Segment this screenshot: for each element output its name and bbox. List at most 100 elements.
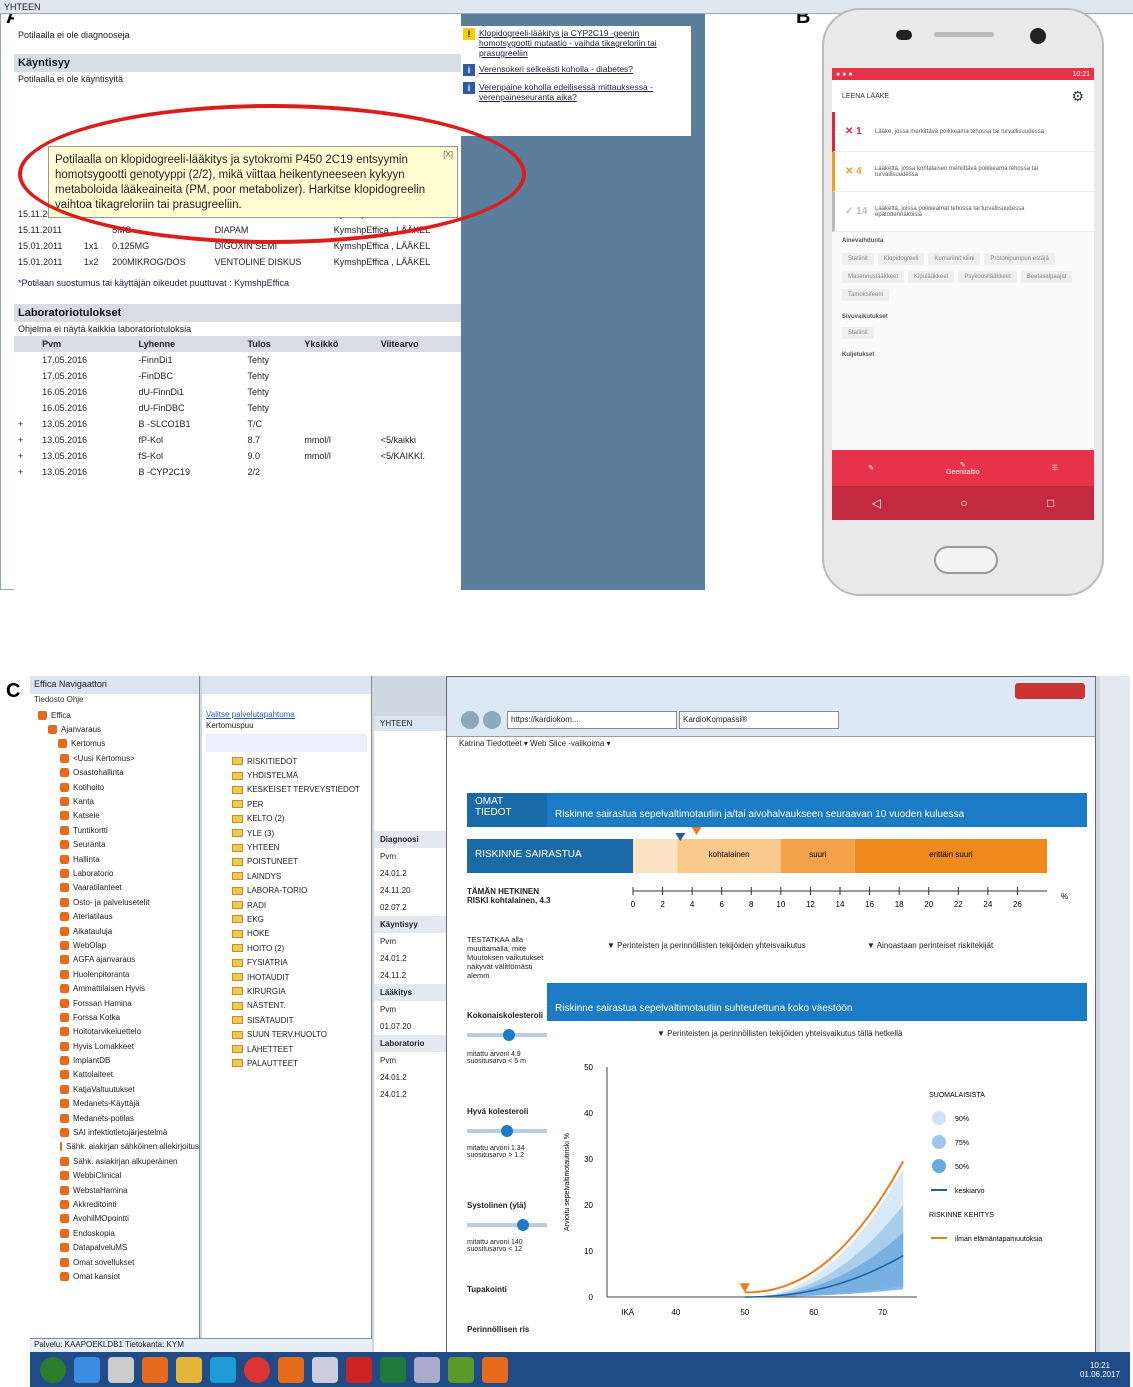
window-controls[interactable] xyxy=(1015,683,1085,699)
kertomus-item[interactable]: LAINDYS xyxy=(202,869,371,883)
home-button[interactable] xyxy=(934,546,998,574)
navigator-item[interactable]: Seuranta xyxy=(30,838,199,852)
expand-toggle[interactable] xyxy=(14,352,38,368)
kertomus-item[interactable]: SISÄTAUDIT xyxy=(202,1013,371,1027)
chrome-icon[interactable] xyxy=(244,1356,270,1383)
edit-icon[interactable]: ✎ xyxy=(868,464,874,472)
kertomus-item[interactable]: HOKE xyxy=(202,927,371,941)
kertomus-item[interactable]: FYSIATRIA xyxy=(202,955,371,969)
navigator-item[interactable]: ImplantDB xyxy=(30,1053,199,1067)
navigator-item[interactable]: Vaaratilanteet xyxy=(30,881,199,895)
start-icon[interactable] xyxy=(40,1356,66,1383)
kertomus-item[interactable]: YHTEEN xyxy=(202,840,371,854)
forward-icon[interactable] xyxy=(483,711,501,729)
kertomus-item[interactable]: KESKEISET TERVEYSTIEDOT xyxy=(202,783,371,797)
kertomus-item[interactable]: RISKITIEDOT xyxy=(202,754,371,768)
calendar-icon[interactable] xyxy=(414,1356,440,1383)
category-chip[interactable]: Klopidogreeli xyxy=(877,253,925,265)
recents-icon[interactable]: □ xyxy=(1047,496,1054,510)
settings-gear-icon[interactable]: ⚙ xyxy=(1071,88,1084,105)
navigator-item[interactable]: Kertomus xyxy=(30,737,199,751)
favorites-bar[interactable]: Katrina Tiedotteet ▾ Web Slice -valikoim… xyxy=(459,739,611,748)
home-icon[interactable]: ○ xyxy=(960,496,967,510)
navigator-item[interactable]: Forssa Kotka xyxy=(30,1010,199,1024)
navigator-item[interactable]: Medanets-Käyttäjä xyxy=(30,1097,199,1111)
slider-hyva-handle[interactable] xyxy=(501,1125,513,1137)
kertomus-item[interactable]: EKG xyxy=(202,912,371,926)
navigator-item[interactable]: Hallinta xyxy=(30,852,199,866)
kertomus-item[interactable]: YLE (3) xyxy=(202,826,371,840)
back-icon[interactable]: ◁ xyxy=(872,496,881,510)
alert-link[interactable]: i Verenpaine koholla edellisessä mittauks… xyxy=(463,82,689,102)
navigator-item[interactable]: Osastohallinta xyxy=(30,766,199,780)
expand-toggle[interactable] xyxy=(14,368,38,384)
navigator-item[interactable]: WebOlap xyxy=(30,938,199,952)
alert-link[interactable]: ! Klopidogreeli-lääkitys ja CYP2C19 -geen… xyxy=(463,28,689,58)
navigator-item[interactable]: AGFA ajanvaraus xyxy=(30,953,199,967)
kertomus-item[interactable]: YHDISTELMÄ xyxy=(202,768,371,782)
category-chip[interactable]: Kumariinit kliini xyxy=(928,253,981,265)
category-chip[interactable]: Psykoosilääkkeet xyxy=(958,271,1017,283)
navigator-item[interactable]: Ajanvaraus xyxy=(30,722,199,736)
slider-kokonais[interactable] xyxy=(467,1029,547,1041)
list-icon[interactable]: ☰ xyxy=(1052,464,1058,472)
navigator-item[interactable]: Ammattilaisen Hyvis xyxy=(30,981,199,995)
slider-kokonais-handle[interactable] xyxy=(503,1029,515,1041)
navigator-item[interactable]: Osto- ja palvelusetelit xyxy=(30,895,199,909)
navigator-item[interactable]: Hyvis Lomakkeet xyxy=(30,1039,199,1053)
kertomus-item[interactable]: IHOTAUDIT xyxy=(202,970,371,984)
media-icon[interactable] xyxy=(142,1356,168,1383)
system-clock[interactable]: 10:21 01.06.2017 xyxy=(1080,1361,1120,1379)
navigator-item[interactable]: Forssan Hamina xyxy=(30,996,199,1010)
kertomus-item[interactable]: KELTO (2) xyxy=(202,812,371,826)
navigator-item[interactable]: Kanta xyxy=(30,794,199,808)
category-chip[interactable]: Kipulääkkeet xyxy=(908,271,955,283)
category-chip[interactable]: Masennuslääkkeet xyxy=(842,271,905,283)
kertomus-item[interactable]: PER xyxy=(202,797,371,811)
kertomus-item[interactable]: POISTUNEET xyxy=(202,855,371,869)
navigator-item[interactable]: Kattolaiteet xyxy=(30,1068,199,1082)
folder-icon[interactable] xyxy=(176,1356,202,1383)
navigator-item[interactable]: Akkreditointi xyxy=(30,1197,199,1211)
navigator-item[interactable]: Tuntikortti xyxy=(30,823,199,837)
category-chip[interactable]: Beetasalpaajat xyxy=(1020,271,1073,283)
expand-toggle[interactable] xyxy=(14,400,38,416)
expand-toggle[interactable]: + xyxy=(14,464,38,480)
category-chip[interactable]: Statiinit xyxy=(842,253,874,265)
window-icon[interactable] xyxy=(312,1356,338,1383)
navigator-item[interactable]: KatjaValtuutukset xyxy=(30,1082,199,1096)
yhteen-tab[interactable]: YHTEEN xyxy=(374,716,453,731)
kertomus-item[interactable]: NÄSTENT. xyxy=(202,999,371,1013)
expand-toggle[interactable]: + xyxy=(14,416,38,432)
url-bar[interactable]: https://kardiokom... xyxy=(507,711,677,729)
navigator-item[interactable]: Katsele xyxy=(30,809,199,823)
slider-systolinen[interactable] xyxy=(467,1219,547,1231)
navigator-item[interactable]: Aikatauluja xyxy=(30,924,199,938)
expand-toggle[interactable]: + xyxy=(14,448,38,464)
navigator-item[interactable]: Sähk. aiakirjan sähköinen allekirjoitus xyxy=(30,1140,199,1154)
genetics-tab[interactable]: ✎ Geenitaltio xyxy=(946,461,979,476)
expand-toggle[interactable] xyxy=(14,384,38,400)
navigator-item[interactable]: Effica xyxy=(30,708,199,722)
navigator-item[interactable]: Hoitotarvikeluettelo xyxy=(30,1025,199,1039)
ie-icon[interactable] xyxy=(74,1356,100,1383)
category-chip[interactable]: Statiinit xyxy=(842,327,874,339)
navigator-menu[interactable]: Tiedosto Ohje xyxy=(30,694,199,708)
navigator-item[interactable]: Ateriatilaus xyxy=(30,909,199,923)
navigator-item[interactable]: Medanets-potilas xyxy=(30,1111,199,1125)
alert-link[interactable]: i Verensokeri selkeästi koholla - diabete… xyxy=(463,64,689,76)
navigator-item[interactable]: SAI infektiotietojärjestelmä xyxy=(30,1125,199,1139)
kertomus-item[interactable]: PALAUTTEET xyxy=(202,1056,371,1070)
navigator-item[interactable]: Endoskopia xyxy=(30,1226,199,1240)
navigator-item[interactable]: Kotihoito xyxy=(30,780,199,794)
navigator-item[interactable]: <Uusi Kertomus> xyxy=(30,751,199,765)
category-chip[interactable]: Tamoksifeeni xyxy=(842,289,890,301)
category-chip[interactable]: Protonipumpun estäjä xyxy=(984,253,1055,265)
navigator-item[interactable]: AvohilMOpointti xyxy=(30,1212,199,1226)
skype-icon[interactable] xyxy=(210,1356,236,1383)
navigator-item[interactable]: Laboratorio xyxy=(30,866,199,880)
expand-toggle[interactable]: + xyxy=(14,432,38,448)
navigator-item[interactable]: Omat kansiot xyxy=(30,1269,199,1283)
slider-systolinen-handle[interactable] xyxy=(517,1219,529,1231)
browser-tab[interactable]: KardioKompassi® xyxy=(679,711,839,729)
